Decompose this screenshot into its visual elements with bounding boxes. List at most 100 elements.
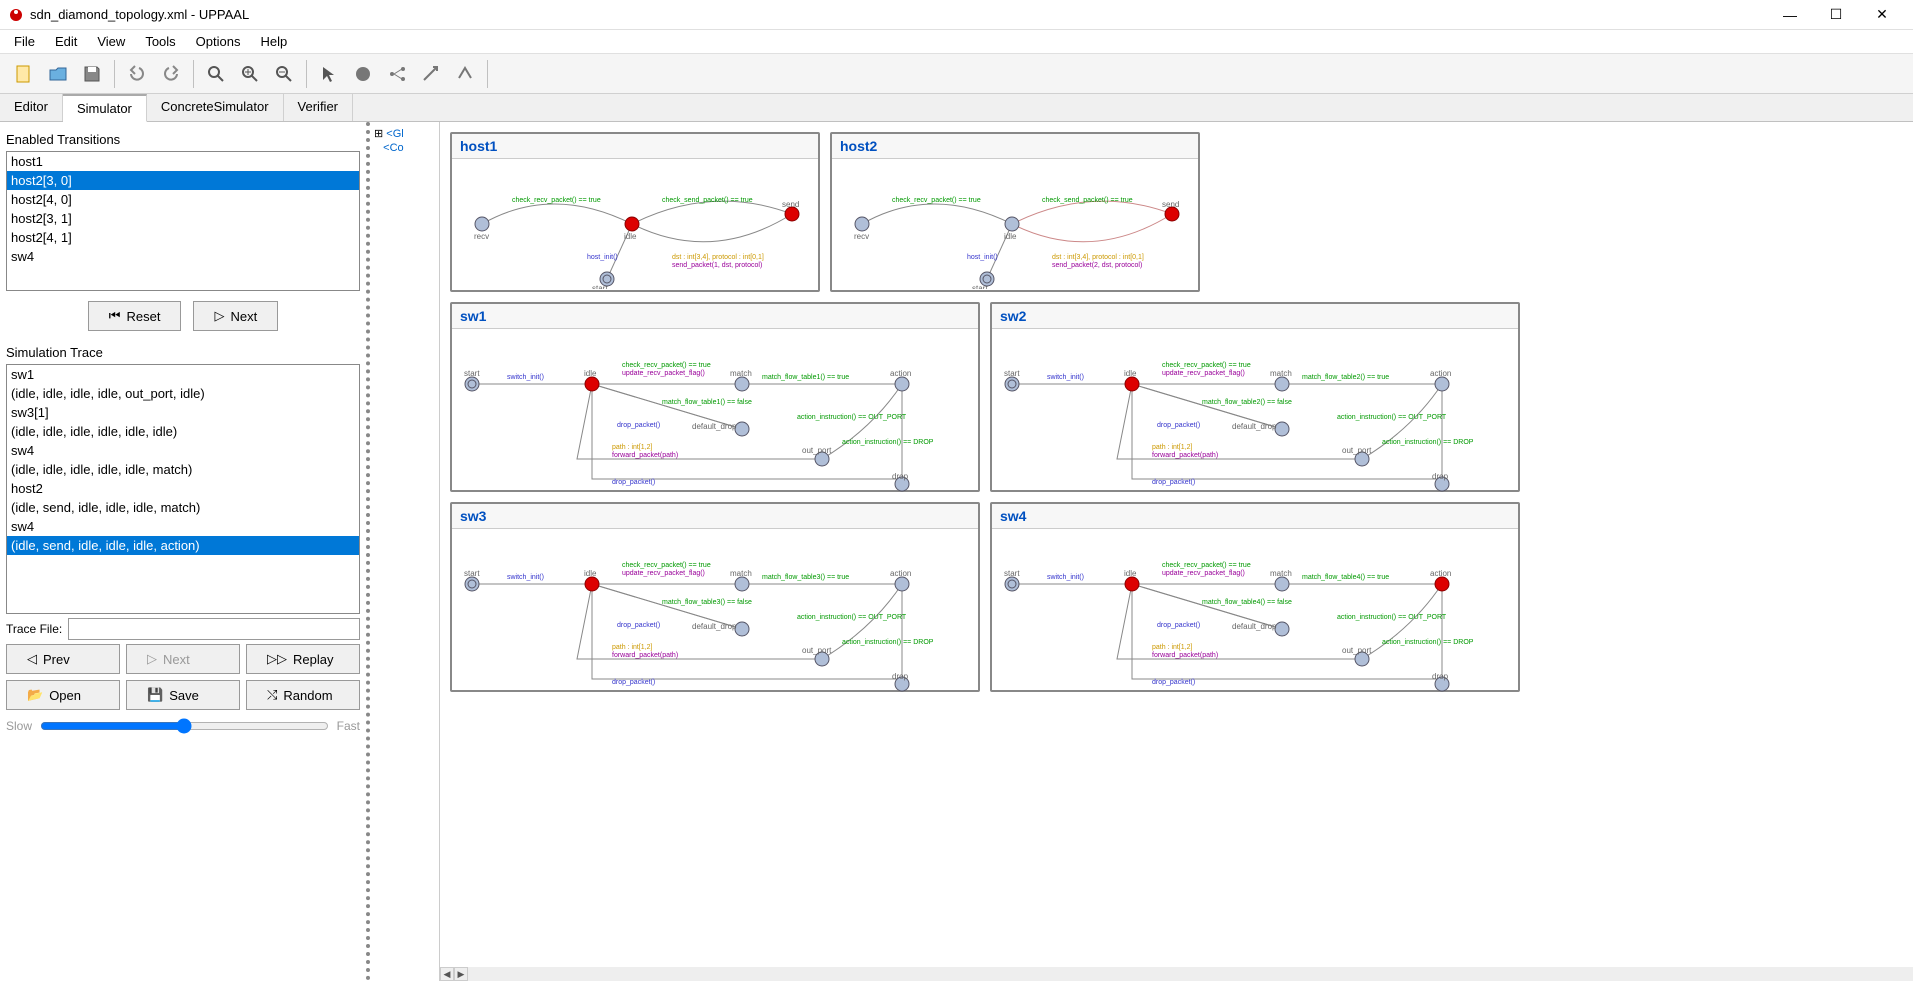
enabled-transitions-list[interactable]: host1 host2[3, 0] host2[4, 0] host2[3, 1…	[6, 151, 360, 291]
transition-item[interactable]: host2[3, 0]	[7, 171, 359, 190]
svg-text:drop_packet(): drop_packet()	[1157, 422, 1200, 429]
trace-item[interactable]: (idle, idle, idle, idle, idle, match)	[7, 460, 359, 479]
slow-label: Slow	[6, 719, 32, 733]
play-icon: ▷	[214, 308, 224, 324]
fast-label: Fast	[337, 719, 360, 733]
svg-text:idle: idle	[1004, 232, 1017, 241]
svg-text:forward_packet(path): forward_packet(path)	[1152, 452, 1218, 459]
speed-slider[interactable]	[40, 718, 329, 734]
menu-tools[interactable]: Tools	[135, 31, 185, 52]
svg-text:start: start	[972, 284, 988, 289]
svg-text:path : int[1,2]: path : int[1,2]	[612, 644, 653, 651]
menu-file[interactable]: File	[4, 31, 45, 52]
tab-editor[interactable]: Editor	[0, 94, 63, 121]
next-trace-button[interactable]: ▷Next	[126, 644, 240, 674]
branch-icon[interactable]	[381, 58, 413, 90]
location-icon[interactable]	[347, 58, 379, 90]
tab-bar: Editor Simulator ConcreteSimulator Verif…	[0, 94, 1913, 122]
scroll-right-icon[interactable]: ▶	[454, 967, 468, 981]
svg-text:path : int[1,2]: path : int[1,2]	[1152, 444, 1193, 451]
menu-bar: File Edit View Tools Options Help	[0, 30, 1913, 54]
svg-text:drop: drop	[1432, 672, 1449, 681]
edge-icon[interactable]	[415, 58, 447, 90]
svg-text:check_recv_packet() == true: check_recv_packet() == true	[512, 197, 601, 204]
diagram-panel[interactable]: host1 recv idle	[440, 122, 1913, 981]
transition-item[interactable]: host2[3, 1]	[7, 209, 359, 228]
save-trace-button[interactable]: 💾Save	[126, 680, 240, 710]
prev-button[interactable]: ◁Prev	[6, 644, 120, 674]
svg-text:out_port: out_port	[1342, 446, 1372, 455]
next-transition-button[interactable]: ▷Next	[193, 301, 278, 331]
tab-verifier[interactable]: Verifier	[284, 94, 353, 121]
svg-text:update_recv_packet_flag(): update_recv_packet_flag()	[622, 370, 705, 377]
transition-item[interactable]: host1	[7, 152, 359, 171]
simulation-trace-list[interactable]: sw1 (idle, idle, idle, idle, out_port, i…	[6, 364, 360, 614]
zoom-out-icon[interactable]	[268, 58, 300, 90]
trace-item[interactable]: (idle, idle, idle, idle, idle, idle)	[7, 422, 359, 441]
svg-text:update_recv_packet_flag(): update_recv_packet_flag()	[622, 570, 705, 577]
scroll-left-icon[interactable]: ◀	[440, 967, 454, 981]
menu-view[interactable]: View	[87, 31, 135, 52]
tree-global[interactable]: ⊞ <Gl	[374, 126, 435, 141]
svg-text:check_send_packet() == true: check_send_packet() == true	[1042, 197, 1133, 204]
diagram-sw3: sw3 start idle match action default_drop…	[450, 502, 980, 692]
nail-icon[interactable]	[449, 58, 481, 90]
trace-item[interactable]: (idle, send, idle, idle, idle, action)	[7, 536, 359, 555]
svg-text:match_flow_table4() == false: match_flow_table4() == false	[1202, 599, 1292, 606]
horizontal-scrollbar[interactable]: ◀ ▶	[440, 967, 1913, 981]
zoom-in-icon[interactable]	[234, 58, 266, 90]
svg-text:action: action	[1430, 569, 1451, 578]
minimize-button[interactable]: —	[1767, 0, 1813, 30]
svg-text:match: match	[730, 369, 752, 378]
undo-icon[interactable]	[121, 58, 153, 90]
tab-simulator[interactable]: Simulator	[63, 94, 147, 122]
svg-text:dst : int[3,4], protocol : int: dst : int[3,4], protocol : int[0,1]	[1052, 254, 1144, 261]
svg-text:match_flow_table3() == false: match_flow_table3() == false	[662, 599, 752, 606]
svg-text:update_recv_packet_flag(): update_recv_packet_flag()	[1162, 570, 1245, 577]
svg-text:drop_packet(): drop_packet()	[617, 422, 660, 429]
open-trace-button[interactable]: 📂Open	[6, 680, 120, 710]
svg-text:action_instruction() == DROP: action_instruction() == DROP	[842, 639, 934, 646]
trace-item[interactable]: host2	[7, 479, 359, 498]
tree-const[interactable]: <Co	[374, 141, 435, 155]
trace-item[interactable]: sw4	[7, 441, 359, 460]
save-file-icon[interactable]	[76, 58, 108, 90]
next-icon: ▷	[147, 651, 157, 667]
svg-text:drop_packet(): drop_packet()	[617, 622, 660, 629]
trace-item[interactable]: (idle, idle, idle, idle, out_port, idle)	[7, 384, 359, 403]
close-button[interactable]: ✕	[1859, 0, 1905, 30]
reset-button[interactable]: ⏮Reset	[88, 301, 182, 331]
maximize-button[interactable]: ☐	[1813, 0, 1859, 30]
menu-help[interactable]: Help	[250, 31, 297, 52]
random-button[interactable]: ⤭Random	[246, 680, 360, 710]
svg-text:default_drop: default_drop	[692, 622, 737, 631]
trace-item[interactable]: sw3[1]	[7, 403, 359, 422]
transition-item[interactable]: host2[4, 1]	[7, 228, 359, 247]
trace-item[interactable]: sw1	[7, 365, 359, 384]
svg-text:action: action	[1430, 369, 1451, 378]
pointer-icon[interactable]	[313, 58, 345, 90]
svg-text:check_send_packet() == true: check_send_packet() == true	[662, 197, 753, 204]
zoom-icon[interactable]	[200, 58, 232, 90]
left-panel: Enabled Transitions host1 host2[3, 0] ho…	[0, 122, 370, 981]
tab-concrete-simulator[interactable]: ConcreteSimulator	[147, 94, 284, 121]
simulation-trace-label: Simulation Trace	[6, 345, 360, 360]
open-file-icon[interactable]	[42, 58, 74, 90]
trace-file-input[interactable]	[68, 618, 360, 640]
svg-text:match: match	[1270, 369, 1292, 378]
transition-item[interactable]: sw4	[7, 247, 359, 266]
trace-item[interactable]: (idle, send, idle, idle, idle, match)	[7, 498, 359, 517]
replay-button[interactable]: ▷▷Replay	[246, 644, 360, 674]
svg-text:check_recv_packet() == true: check_recv_packet() == true	[622, 562, 711, 569]
svg-text:match: match	[730, 569, 752, 578]
svg-text:match_flow_table4() == true: match_flow_table4() == true	[1302, 574, 1389, 581]
trace-item[interactable]: sw4	[7, 517, 359, 536]
svg-text:check_recv_packet() == true: check_recv_packet() == true	[622, 362, 711, 369]
svg-text:match: match	[1270, 569, 1292, 578]
transition-item[interactable]: host2[4, 0]	[7, 190, 359, 209]
menu-edit[interactable]: Edit	[45, 31, 87, 52]
redo-icon[interactable]	[155, 58, 187, 90]
new-file-icon[interactable]	[8, 58, 40, 90]
menu-options[interactable]: Options	[186, 31, 251, 52]
svg-text:idle: idle	[1124, 369, 1137, 378]
